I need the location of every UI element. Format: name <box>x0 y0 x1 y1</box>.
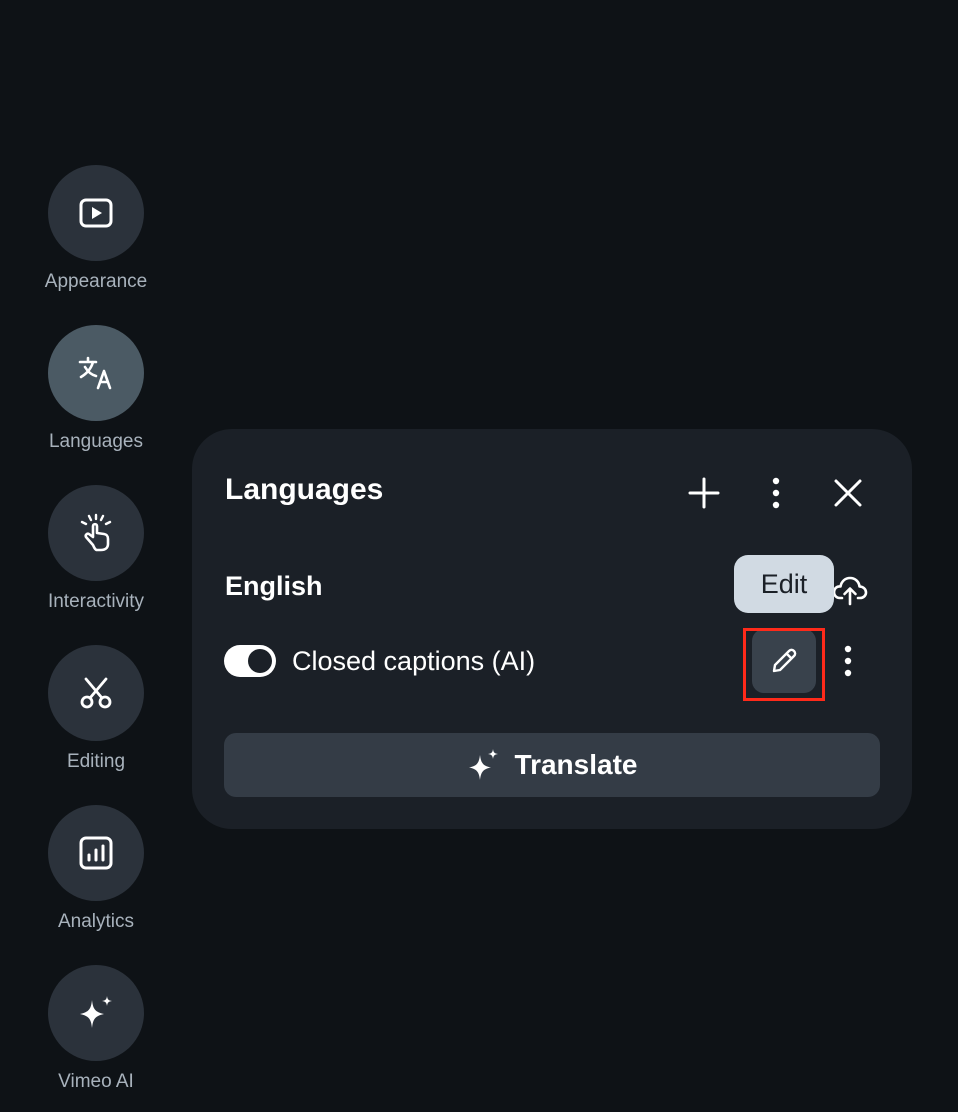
close-panel-button[interactable] <box>826 469 870 517</box>
sidebar-item-editing[interactable]: Editing <box>24 645 168 785</box>
scissors-icon <box>80 677 112 709</box>
sidebar-item-vimeo-ai[interactable]: Vimeo AI <box>24 965 168 1105</box>
add-language-button[interactable] <box>682 469 726 517</box>
sidebar-item-button[interactable] <box>48 325 144 421</box>
bar-chart-icon <box>79 836 113 870</box>
cloud-upload-icon <box>832 576 868 606</box>
language-name: English <box>225 571 323 601</box>
toggle-knob <box>248 649 272 673</box>
captions-toggle[interactable] <box>224 645 276 677</box>
sidebar-item-label: Appearance <box>44 271 148 292</box>
sidebar-item-label: Vimeo AI <box>58 1071 134 1092</box>
sidebar-item-analytics[interactable]: Analytics <box>24 805 168 945</box>
sidebar-item-button[interactable] <box>48 485 144 581</box>
sparkle-icon <box>468 749 498 780</box>
sidebar-item-button[interactable] <box>48 165 144 261</box>
sidebar-item-label: Interactivity <box>47 591 145 612</box>
panel-more-button[interactable] <box>754 469 798 517</box>
translate-icon <box>78 356 112 390</box>
page: Appearance Languages Interactivity Editi… <box>0 0 958 1112</box>
more-vertical-icon <box>772 477 780 509</box>
upload-captions-button[interactable] <box>828 569 872 609</box>
translate-button[interactable]: Translate <box>224 733 880 797</box>
hand-tap-icon <box>80 513 112 552</box>
sidebar-item-label: Languages <box>48 431 144 452</box>
sidebar-item-languages[interactable]: Languages <box>24 325 168 465</box>
edit-captions-button[interactable] <box>752 629 816 693</box>
sidebar-item-button[interactable] <box>48 645 144 741</box>
sidebar-item-button[interactable] <box>48 965 144 1061</box>
play-video-icon <box>79 198 113 228</box>
close-icon <box>834 479 862 507</box>
panel-title: Languages <box>225 473 384 506</box>
sidebar-item-label: Analytics <box>57 911 135 932</box>
more-vertical-icon <box>844 645 852 677</box>
sidebar-item-label: Editing <box>66 751 126 772</box>
sidebar-item-appearance[interactable]: Appearance <box>24 165 168 305</box>
sparkle-icon <box>80 996 112 1028</box>
sidebar-item-button[interactable] <box>48 805 144 901</box>
edit-tooltip: Edit <box>734 555 834 613</box>
caption-track-label: Closed captions (AI) <box>292 646 536 676</box>
translate-label: Translate <box>514 749 638 780</box>
pencil-icon <box>772 648 797 673</box>
caption-track-more-button[interactable] <box>832 641 864 681</box>
languages-panel: Languages English Edit Closed captions (… <box>192 429 912 829</box>
sidebar-item-interactivity[interactable]: Interactivity <box>24 485 168 625</box>
plus-icon <box>688 477 720 509</box>
